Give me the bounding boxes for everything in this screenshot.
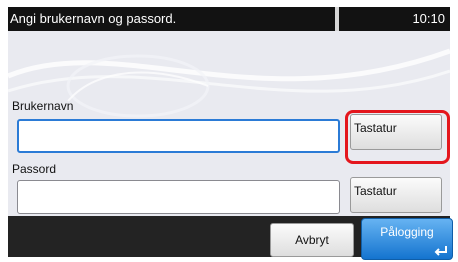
- username-field[interactable]: [17, 119, 340, 153]
- enter-icon: [434, 246, 447, 256]
- login-button[interactable]: Pålogging: [361, 218, 453, 260]
- clock: 10:10: [339, 7, 450, 31]
- password-label: Passord: [12, 162, 57, 176]
- login-label: Pålogging: [380, 225, 434, 239]
- username-keyboard-button[interactable]: Tastatur: [350, 114, 442, 150]
- title-bar: Angi brukernavn og passord. 10:10: [8, 7, 450, 31]
- password-keyboard-button[interactable]: Tastatur: [350, 177, 442, 213]
- cancel-button[interactable]: Avbryt: [270, 223, 354, 257]
- background-swoosh: [8, 48, 450, 118]
- password-field[interactable]: [17, 180, 340, 214]
- prompt-title: Angi brukernavn og passord.: [8, 7, 335, 31]
- username-label: Brukernavn: [12, 99, 74, 113]
